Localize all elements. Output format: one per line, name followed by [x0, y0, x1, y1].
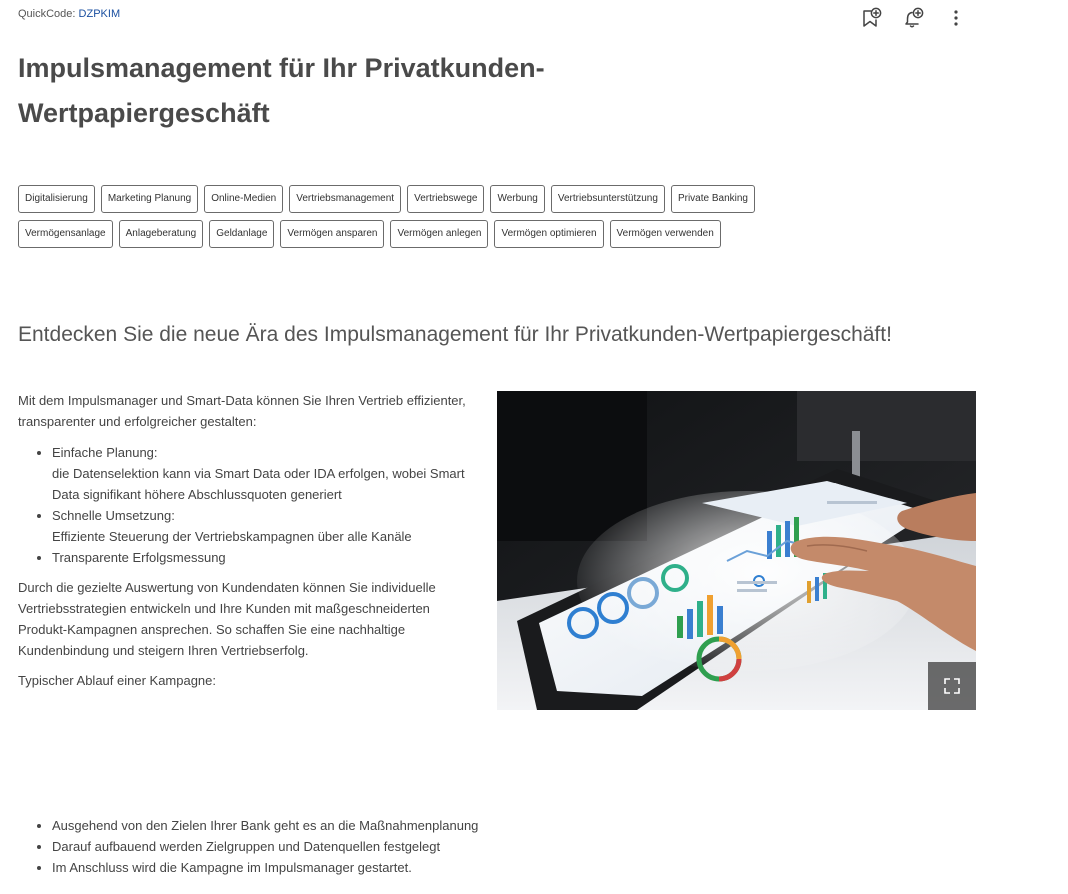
tag-anlageberatung[interactable]: Anlageberatung [118, 220, 204, 248]
tag-marketing-planung[interactable]: Marketing Planung [100, 185, 199, 213]
notification-add-button[interactable] [900, 4, 928, 32]
feature-item: Transparente Erfolgsmessung [52, 547, 480, 568]
top-actions [858, 4, 970, 32]
tag-vermoegensanlage[interactable]: Vermögensanlage [18, 220, 113, 248]
process-step: Im Anschluss wird die Kampagne im Impuls… [52, 857, 752, 878]
tag-vertriebsmanagement[interactable]: Vertriebsmanagement [289, 185, 402, 213]
process-step: Ausgehend von den Zielen Ihrer Bank geht… [52, 815, 752, 836]
page-title: Impulsmanagement für Ihr Privatkunden-We… [18, 53, 545, 128]
tag-vermoegen-anlegen[interactable]: Vermögen anlegen [390, 220, 489, 248]
section-heading: Entdecken Sie die neue Ära des Impulsman… [18, 323, 892, 346]
bookmark-add-button[interactable] [858, 4, 886, 32]
feature-title: Einfache Planung: [52, 445, 158, 460]
tag-vertriebswege[interactable]: Vertriebswege [407, 185, 485, 213]
quickcode: QuickCode: DZPKIM [18, 8, 120, 20]
process-label: Typischer Ablauf einer Kampagne: [18, 673, 217, 688]
tag-vermoegen-verwenden[interactable]: Vermögen verwenden [609, 220, 721, 248]
feature-list: Einfache Planung: die Datenselektion kan… [18, 442, 480, 568]
tag-row-2: Vermögensanlage Anlageberatung Geldanlag… [18, 220, 918, 248]
process-step: Darauf aufbauend werden Zielgruppen und … [52, 836, 752, 857]
tablet-dashboard-photo [497, 391, 976, 710]
feature-title: Transparente Erfolgsmessung [52, 550, 226, 565]
feature-desc: Effiziente Steuerung der Vertriebskampag… [52, 529, 412, 544]
tag-list: Digitalisierung Marketing Planung Online… [18, 185, 918, 255]
feature-item: Einfache Planung: die Datenselektion kan… [52, 442, 480, 505]
hero-image[interactable] [497, 391, 976, 710]
quickcode-label: QuickCode: [18, 8, 76, 20]
quickcode-value[interactable]: DZPKIM [79, 8, 121, 20]
feature-desc: die Datenselektion kann via Smart Data o… [52, 466, 465, 502]
more-options-button[interactable] [942, 4, 970, 32]
detail-paragraph: Durch die gezielte Auswertung von Kunden… [18, 580, 436, 658]
tag-digitalisierung[interactable]: Digitalisierung [18, 185, 95, 213]
fullscreen-icon [944, 678, 960, 694]
article-body: Mit dem Impulsmanager und Smart-Data kön… [18, 390, 480, 700]
tag-online-medien[interactable]: Online-Medien [204, 185, 284, 213]
tag-private-banking[interactable]: Private Banking [670, 185, 755, 213]
intro-paragraph: Mit dem Impulsmanager und Smart-Data kön… [18, 393, 466, 429]
bookmark-add-icon [863, 7, 882, 27]
feature-item: Schnelle Umsetzung: Effiziente Steuerung… [52, 505, 480, 547]
expand-image-button[interactable] [928, 662, 976, 710]
tag-vermoegen-optimieren[interactable]: Vermögen optimieren [494, 220, 604, 248]
notification-add-icon [905, 7, 924, 28]
feature-title: Schnelle Umsetzung: [52, 508, 175, 523]
tag-werbung[interactable]: Werbung [490, 185, 545, 213]
tag-geldanlage[interactable]: Geldanlage [209, 220, 275, 248]
tag-vermoegen-ansparen[interactable]: Vermögen ansparen [280, 220, 385, 248]
more-vertical-icon [954, 10, 958, 26]
tag-vertriebsunterstuetzung[interactable]: Vertriebsunterstützung [550, 185, 665, 213]
process-step-list: Ausgehend von den Zielen Ihrer Bank geht… [18, 815, 752, 878]
tag-row-1: Digitalisierung Marketing Planung Online… [18, 185, 918, 213]
